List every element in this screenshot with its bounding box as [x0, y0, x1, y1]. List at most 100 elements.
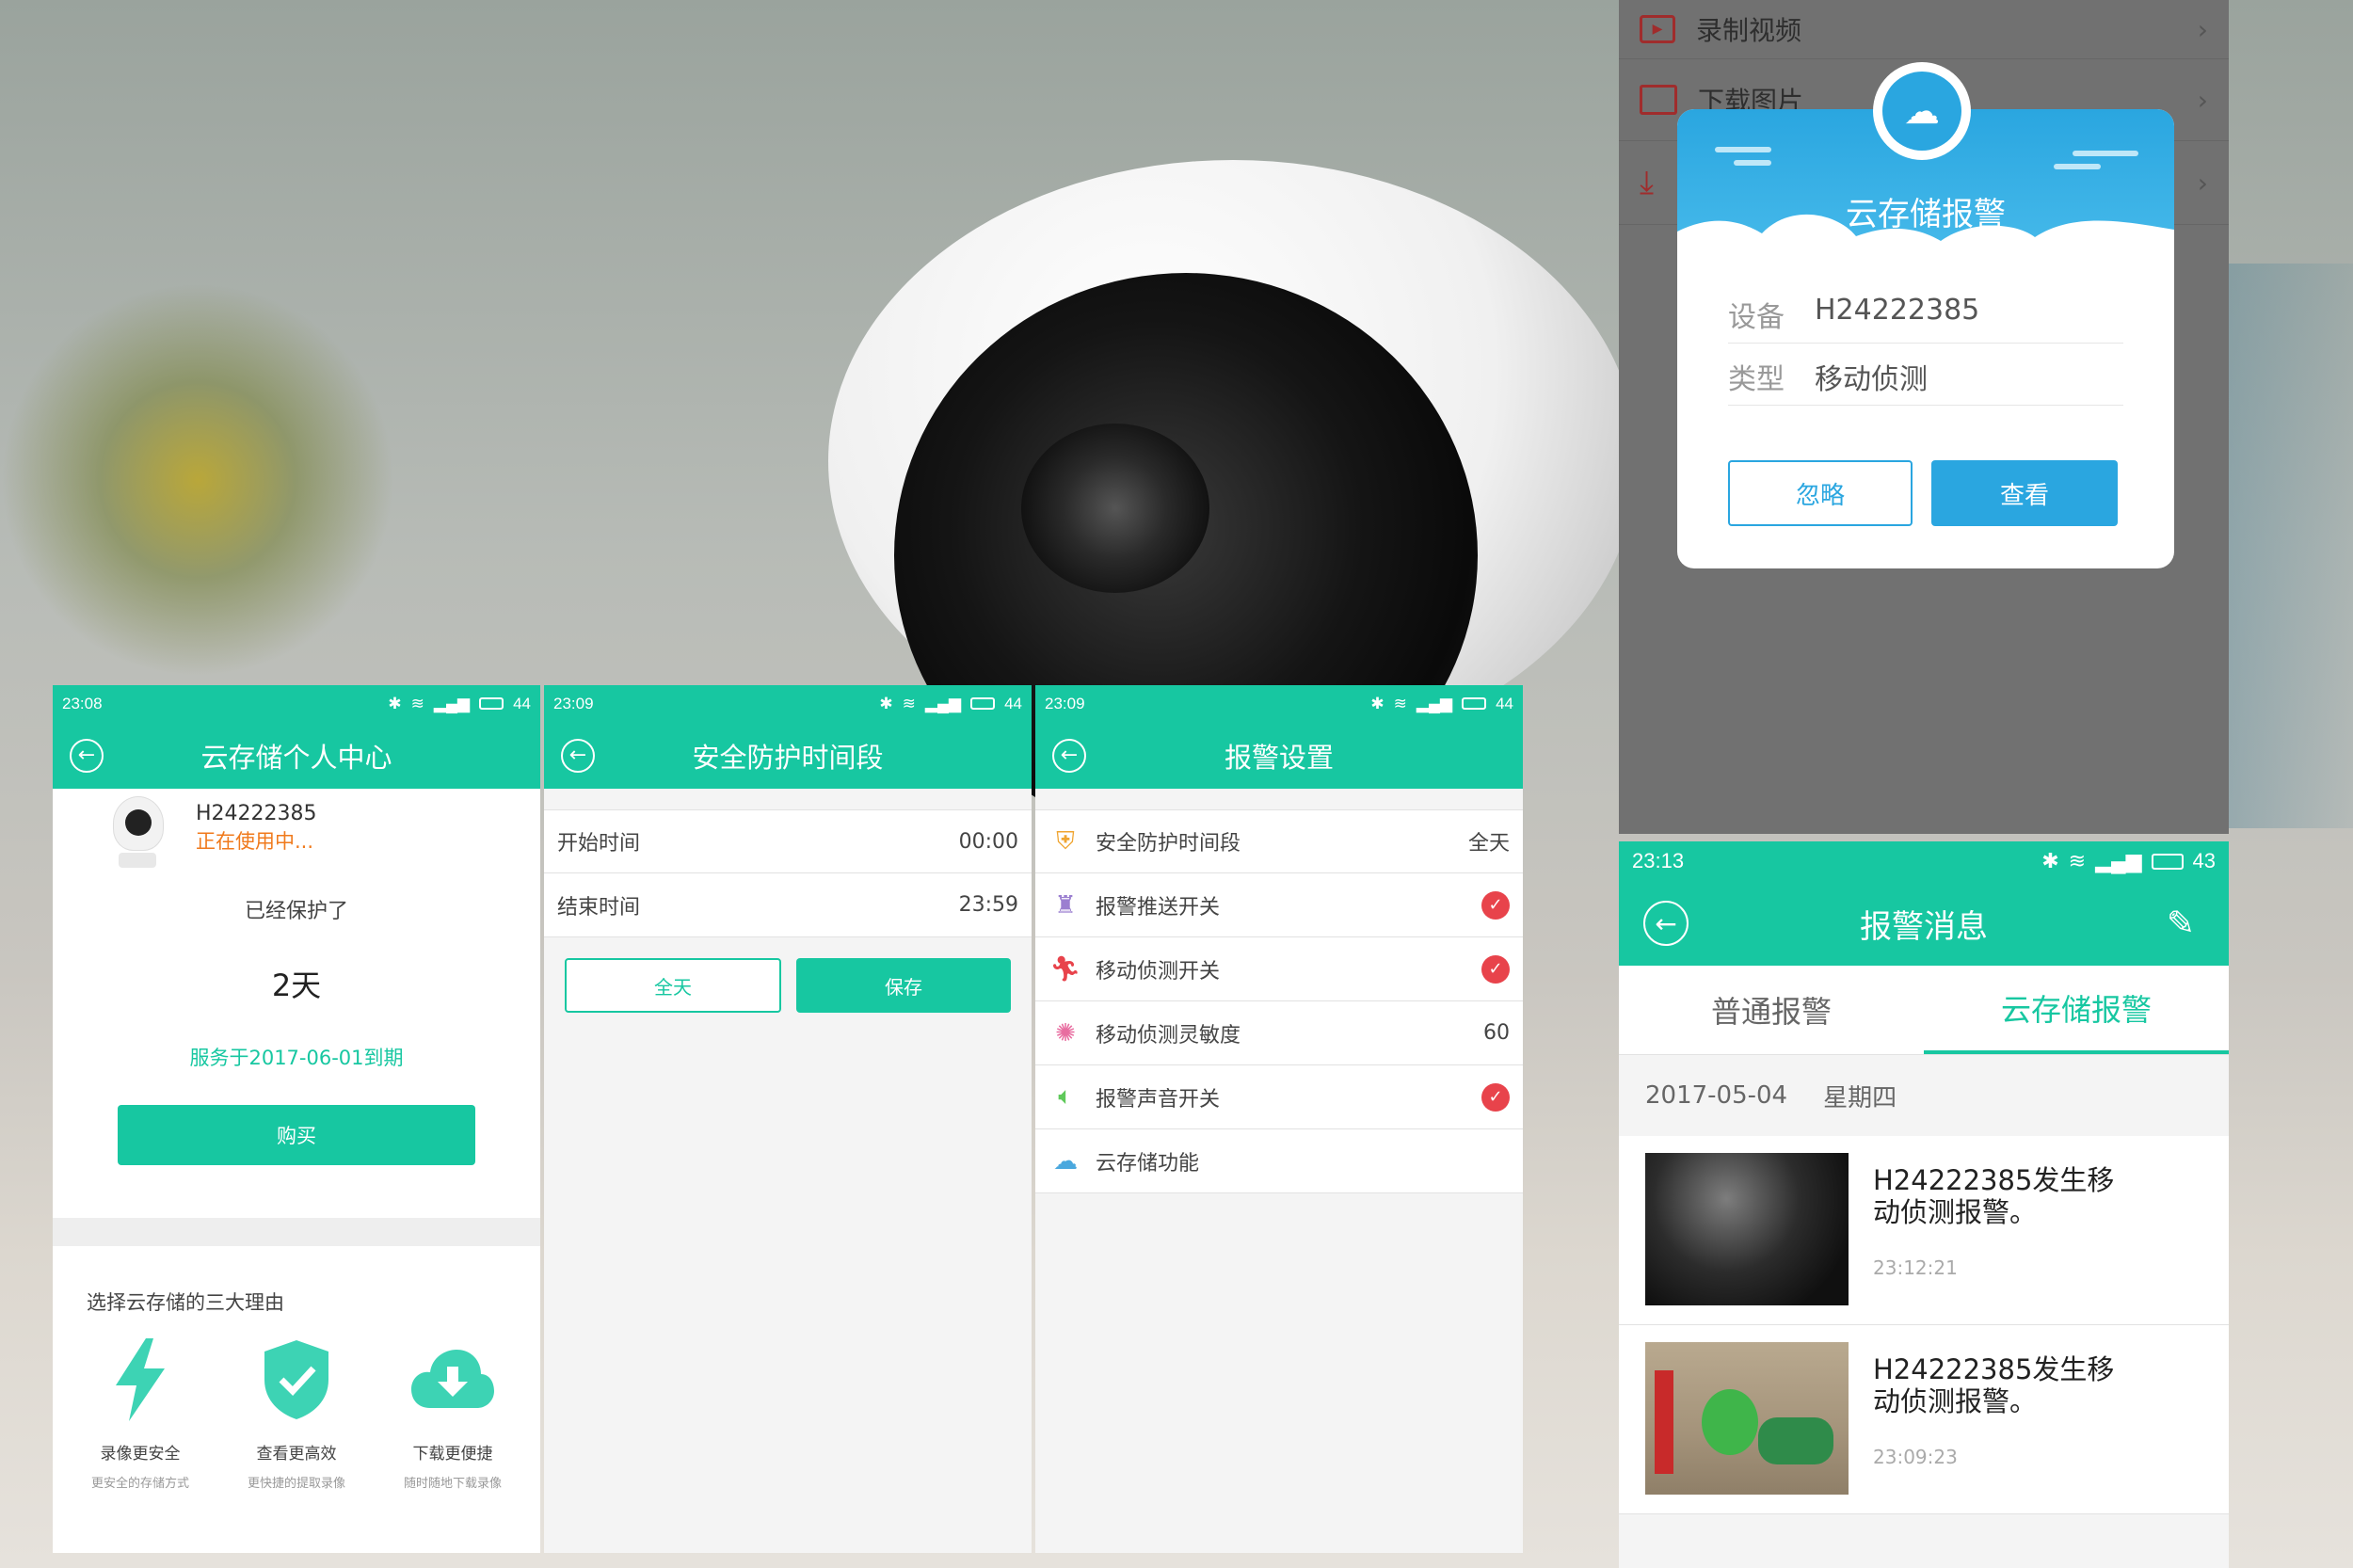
- nav-bar: ← 报警设置: [1035, 722, 1523, 789]
- device-card[interactable]: H24222385 正在使用中...: [53, 789, 540, 873]
- type-value: 移动侦测: [1815, 363, 1928, 396]
- start-time-row[interactable]: 开始时间 00:00: [544, 809, 1032, 873]
- status-bar: 23:09 ✱ ≋ ▂▄▆ 44: [544, 685, 1032, 722]
- settings-row-push: ♜ 报警推送开关 ✓: [1035, 873, 1523, 937]
- start-time-value: 00:00: [958, 829, 1018, 854]
- reason-sub: 更安全的存储方式: [90, 1477, 189, 1491]
- signal-icon: ▂▄▆: [1416, 694, 1453, 712]
- wifi-icon: ≋: [410, 694, 424, 712]
- shield-check-icon: [226, 1335, 367, 1425]
- list-item[interactable]: H24222385发生移动侦测报警。 23:09:23: [1619, 1325, 2229, 1514]
- nav-bar: ← 报警消息 ✎: [1619, 881, 2229, 966]
- device-label: 设备: [1728, 301, 1785, 334]
- battery-level: 44: [1004, 694, 1022, 712]
- back-button[interactable]: ←: [561, 738, 595, 773]
- alarm-message-text: H24222385发生移动侦测报警。: [1873, 1164, 2115, 1228]
- signal-icon: ▂▄▆: [924, 694, 962, 712]
- page-title: 云存储个人中心: [200, 741, 392, 774]
- end-time-row[interactable]: 结束时间 23:59: [544, 873, 1032, 937]
- reason-title: 查看更高效: [256, 1445, 337, 1464]
- battery-level: 43: [2192, 849, 2216, 872]
- push-toggle[interactable]: ✓: [1481, 890, 1510, 920]
- nav-bar: ← 云存储个人中心: [53, 722, 540, 789]
- divider: [53, 1218, 540, 1246]
- battery-level: 44: [513, 694, 531, 712]
- battery-icon: [970, 697, 996, 710]
- dialog-title: 云存储报警: [1846, 196, 2006, 233]
- back-button[interactable]: ←: [70, 738, 104, 773]
- tab-bar: 普通报警 云存储报警: [1619, 966, 2229, 1055]
- alarm-dialog: 云存储报警 设备 H24222385 类型 移动侦测 忽略 查看: [1677, 109, 2174, 568]
- nav-bar: ← 安全防护时间段: [544, 722, 1032, 789]
- reason-item: 下载更便捷 随时随地下载录像: [382, 1335, 523, 1491]
- bluetooth-icon: ✱: [388, 694, 402, 712]
- download-image-icon: [1640, 85, 1677, 115]
- protected-label: 已经保护了: [244, 900, 348, 923]
- type-label: 类型: [1728, 363, 1785, 396]
- battery-icon: [1462, 697, 1487, 710]
- lightning-icon: [70, 1335, 211, 1425]
- shield-plus-icon: ⛨: [1056, 826, 1075, 856]
- alarm-message-text: H24222385发生移动侦测报警。: [1873, 1353, 2115, 1417]
- settings-row-motion: 🏃︎ 移动侦测开关 ✓: [1035, 937, 1523, 1001]
- menu-row-record-video[interactable]: ▶ 录制视频 ›: [1619, 0, 2229, 59]
- row-label: 移动侦测灵敏度: [1096, 1023, 1241, 1048]
- cloud-alarm-badge-icon: ☁: [1873, 62, 1971, 160]
- signal-icon: ▂▄▆: [433, 694, 471, 712]
- weekday-label: 星期四: [1823, 1083, 1897, 1112]
- all-day-button[interactable]: 全天: [565, 958, 781, 1013]
- row-label: 云存储功能: [1096, 1151, 1200, 1176]
- status-time: 23:08: [62, 694, 103, 712]
- view-button[interactable]: 查看: [1931, 460, 2118, 526]
- back-button[interactable]: ←: [1052, 738, 1086, 773]
- row-label: 报警声音开关: [1096, 1087, 1221, 1112]
- sound-toggle[interactable]: ✓: [1481, 1082, 1510, 1112]
- service-expiry: 服务于2017-06-01到期: [189, 1047, 404, 1069]
- chevron-right-icon: ›: [2197, 13, 2208, 45]
- sensitivity-icon: ✺: [1055, 1018, 1076, 1048]
- screen-cloud-alarm-dialog: ▶ 录制视频 › 下载图片 › ⤓ › 云存储报警 设备 H24222385 类…: [1619, 0, 2229, 834]
- row-label: 安全防护时间段: [1096, 832, 1241, 856]
- record-video-icon: ▶: [1640, 15, 1675, 43]
- back-button[interactable]: ←: [1643, 901, 1689, 946]
- end-time-value: 23:59: [958, 893, 1018, 917]
- wifi-icon: ≋: [902, 694, 916, 712]
- reason-item: 查看更高效 更快捷的提取录像: [226, 1335, 367, 1491]
- protected-days: 2天: [271, 968, 322, 1003]
- screen-alarm-messages: 23:13 ✱ ≋ ▂▄▆ 43 ← 报警消息 ✎ 普通报警 云存储报警 2017-0…: [1619, 841, 2229, 1568]
- save-button[interactable]: 保存: [796, 958, 1011, 1013]
- settings-row-cloud[interactable]: ☁ 云存储功能: [1035, 1129, 1523, 1193]
- buy-button[interactable]: 购买: [118, 1105, 475, 1165]
- ignore-button[interactable]: 忽略: [1728, 460, 1913, 526]
- list-item[interactable]: H24222385发生移动侦测报警。 23:12:21: [1619, 1136, 2229, 1325]
- tab-normal-alarm[interactable]: 普通报警: [1619, 966, 1924, 1054]
- alarm-message-time: 23:09:23: [1873, 1446, 1958, 1468]
- signal-icon: ▂▄▆: [2095, 849, 2142, 872]
- edit-icon[interactable]: ✎: [2167, 904, 2195, 943]
- status-time: 23:09: [1045, 694, 1085, 712]
- status-bar: 23:09 ✱ ≋ ▂▄▆ 44: [1035, 685, 1523, 722]
- row-label: 移动侦测开关: [1096, 959, 1221, 984]
- bluetooth-icon: ✱: [879, 694, 893, 712]
- reasons-title: 选择云存储的三大理由: [87, 1291, 284, 1314]
- status-time: 23:09: [553, 694, 594, 712]
- bluetooth-icon: ✱: [2041, 849, 2059, 872]
- reason-title: 下载更便捷: [412, 1445, 493, 1464]
- date-header: 2017-05-04 星期四: [1619, 1055, 2229, 1136]
- device-status: 正在使用中...: [196, 830, 314, 853]
- battery-level: 44: [1496, 694, 1513, 712]
- tab-cloud-alarm[interactable]: 云存储报警: [1924, 966, 2229, 1054]
- reason-sub: 随时随地下载录像: [403, 1477, 502, 1491]
- settings-row-sensitivity[interactable]: ✺ 移动侦测灵敏度 60: [1035, 1001, 1523, 1065]
- status-time: 23:13: [1632, 849, 1685, 872]
- status-bar: 23:08 ✱ ≋ ▂▄▆ 44: [53, 685, 540, 722]
- motion-toggle[interactable]: ✓: [1481, 954, 1510, 984]
- end-time-label: 结束时间: [557, 895, 641, 920]
- chevron-right-icon: ›: [2197, 84, 2208, 116]
- alarm-message-time: 23:12:21: [1873, 1256, 1958, 1279]
- screen-security-time-period: 23:09 ✱ ≋ ▂▄▆ 44 ← 安全防护时间段 开始时间 00:00 结束时间 …: [544, 685, 1032, 1553]
- settings-row-security-period[interactable]: ⛨ 安全防护时间段 全天: [1035, 809, 1523, 873]
- row-label: 报警推送开关: [1096, 895, 1221, 920]
- page-title: 安全防护时间段: [692, 741, 884, 774]
- alarm-snapshot: [1645, 1153, 1849, 1305]
